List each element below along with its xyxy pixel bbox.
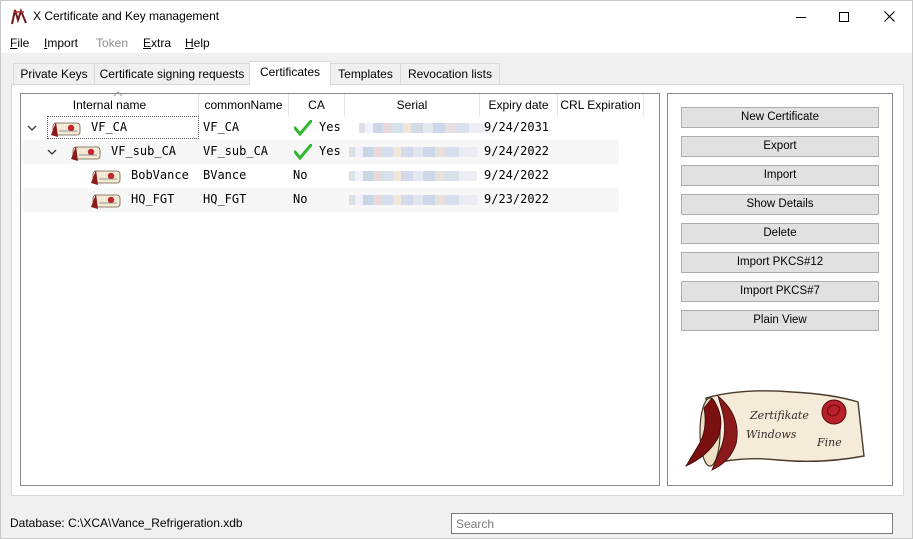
table-row[interactable]: HQ_FGT HQ_FGT No 9/23/2022 bbox=[22, 188, 619, 212]
import-pkcs7-button[interactable]: Import PKCS#7 bbox=[681, 281, 879, 302]
import-button[interactable]: Import bbox=[681, 165, 879, 186]
cell-common-name: VF_CA bbox=[203, 120, 240, 134]
menu-import-label: mport bbox=[47, 36, 79, 50]
table-row[interactable]: VF_sub_CA VF_sub_CA Yes 9/24/2022 bbox=[22, 140, 619, 164]
menu-file[interactable]: File bbox=[10, 36, 29, 50]
minimize-icon bbox=[796, 16, 806, 18]
action-panel: New Certificate Export Import Show Detai… bbox=[667, 93, 893, 486]
window-title: X Certificate and Key management bbox=[33, 9, 220, 23]
cell-expiry: 9/24/2031 bbox=[484, 120, 550, 134]
check-icon bbox=[294, 120, 312, 136]
import-pkcs12-button[interactable]: Import PKCS#12 bbox=[681, 252, 879, 273]
cell-expiry: 9/24/2022 bbox=[484, 168, 550, 182]
tab-revocation-lists[interactable]: Revocation lists bbox=[400, 63, 500, 84]
column-header-common-name[interactable]: commonName bbox=[199, 94, 289, 116]
menu-extra[interactable]: Extra bbox=[143, 36, 171, 50]
certificate-tree[interactable]: Internal name commonName CA Serial Expir… bbox=[20, 91, 660, 486]
column-header-crl-expiration[interactable]: CRL Expiration bbox=[558, 94, 644, 116]
cell-ca: No bbox=[293, 192, 308, 206]
maximize-button[interactable] bbox=[821, 1, 867, 32]
close-icon bbox=[883, 11, 895, 22]
logo-line3: Fine bbox=[816, 436, 842, 449]
certificate-icon bbox=[71, 146, 101, 161]
column-header-expiry-date[interactable]: Expiry date bbox=[480, 94, 558, 116]
cell-internal-name: VF_sub_CA bbox=[111, 144, 177, 158]
cell-internal-name: BobVance bbox=[131, 168, 189, 182]
certificate-icon bbox=[51, 122, 81, 137]
cell-ca: Yes bbox=[319, 120, 341, 134]
menu-bar: File Import Token Extra Help bbox=[1, 32, 912, 53]
title-bar: X Certificate and Key management bbox=[1, 1, 912, 32]
xca-logo-scroll: Zertifikate Windows Fine bbox=[684, 390, 865, 471]
column-header-ca[interactable]: CA bbox=[289, 94, 345, 116]
cell-serial-redacted bbox=[359, 123, 487, 133]
new-certificate-button[interactable]: New Certificate bbox=[681, 107, 879, 128]
check-icon bbox=[294, 144, 312, 160]
cell-serial-redacted bbox=[349, 147, 477, 157]
export-button[interactable]: Export bbox=[681, 136, 879, 157]
certificate-icon bbox=[91, 170, 121, 185]
app-window: X Certificate and Key management File Im… bbox=[0, 0, 913, 539]
logo-line2: Windows bbox=[746, 428, 797, 441]
tab-certificates[interactable]: Certificates bbox=[249, 61, 331, 85]
menu-import[interactable]: Import bbox=[44, 36, 78, 50]
menu-extra-mnemonic: E bbox=[143, 36, 152, 50]
cell-serial-redacted bbox=[349, 171, 477, 181]
column-header-internal-name[interactable]: Internal name bbox=[21, 94, 199, 116]
cell-serial-redacted bbox=[349, 195, 477, 205]
show-details-button[interactable]: Show Details bbox=[681, 194, 879, 215]
menu-help-mnemonic: H bbox=[185, 36, 194, 50]
cell-common-name: BVance bbox=[203, 168, 247, 182]
close-button[interactable] bbox=[866, 1, 912, 32]
plain-view-button[interactable]: Plain View bbox=[681, 310, 879, 331]
tab-templates[interactable]: Templates bbox=[330, 63, 401, 84]
maximize-icon bbox=[839, 11, 849, 22]
menu-help-label: elp bbox=[193, 36, 210, 50]
menu-token[interactable]: Token bbox=[96, 36, 128, 50]
table-row[interactable]: BobVance BVance No 9/24/2022 bbox=[22, 164, 619, 188]
cell-ca: Yes bbox=[319, 144, 341, 158]
xca-app-icon bbox=[11, 8, 27, 25]
minimize-button[interactable] bbox=[778, 1, 824, 32]
table-row[interactable]: VF_CA VF_CA Yes 9/24/2031 bbox=[22, 116, 619, 140]
cell-ca: No bbox=[293, 168, 308, 182]
cell-internal-name: VF_CA bbox=[91, 120, 128, 134]
menu-help[interactable]: Help bbox=[185, 36, 210, 50]
database-path: Database: C:\XCA\Vance_Refrigeration.xdb bbox=[10, 516, 243, 530]
tab-private-keys[interactable]: Private Keys bbox=[13, 63, 95, 84]
chevron-down-icon[interactable] bbox=[27, 125, 37, 132]
column-header-serial[interactable]: Serial bbox=[345, 94, 480, 116]
certificates-panel: Internal name commonName CA Serial Expir… bbox=[11, 84, 904, 496]
search-input[interactable] bbox=[451, 513, 893, 534]
certificate-icon bbox=[91, 194, 121, 209]
menu-extra-label: xtra bbox=[151, 36, 172, 50]
tab-certificate-signing-requests[interactable]: Certificate signing requests bbox=[94, 63, 250, 84]
logo-line1: Zertifikate bbox=[749, 409, 809, 422]
cell-common-name: VF_sub_CA bbox=[203, 144, 269, 158]
cell-common-name: HQ_FGT bbox=[203, 192, 247, 206]
menu-token-label: Token bbox=[96, 36, 129, 50]
chevron-down-icon[interactable] bbox=[47, 149, 57, 156]
delete-button[interactable]: Delete bbox=[681, 223, 879, 244]
cell-expiry: 9/24/2022 bbox=[484, 144, 550, 158]
menu-file-label: ile bbox=[17, 36, 30, 50]
cell-expiry: 9/23/2022 bbox=[484, 192, 550, 206]
cell-internal-name: HQ_FGT bbox=[131, 192, 175, 206]
